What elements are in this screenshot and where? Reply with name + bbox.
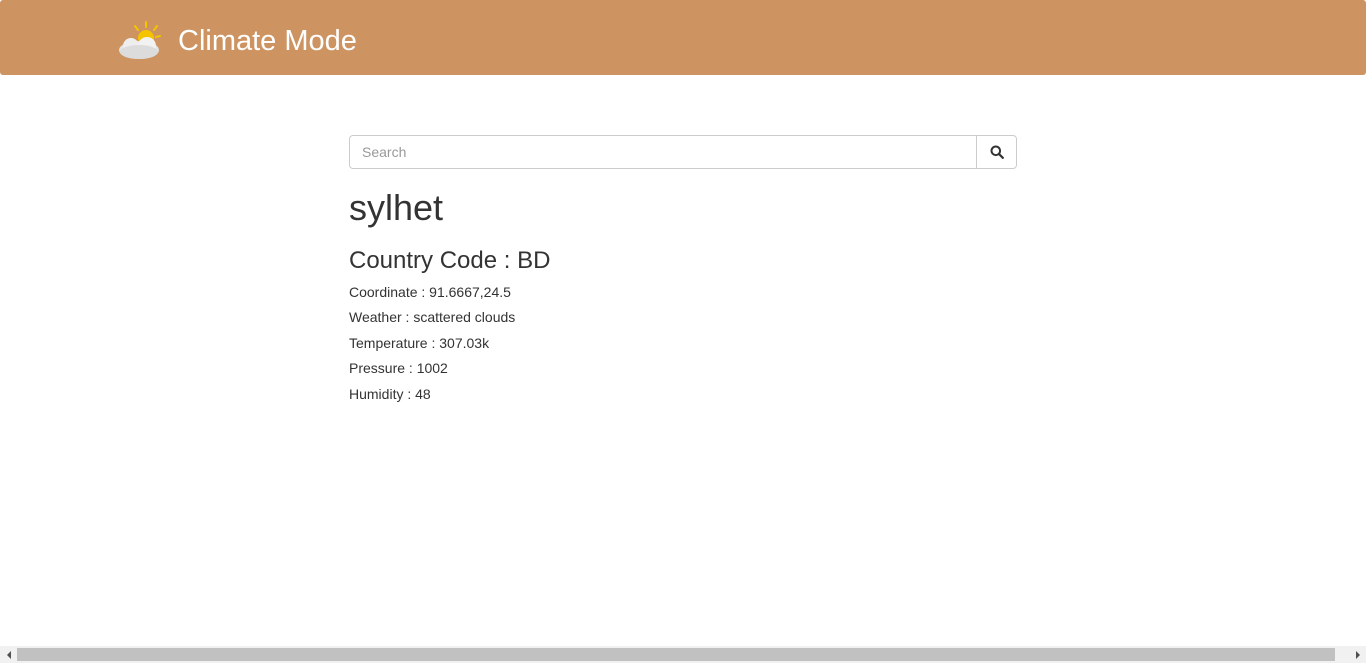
partly-cloudy-icon [119,21,161,59]
country-code: Country Code : BD [349,247,551,274]
pressure-text: Pressure : 1002 [349,360,448,376]
scroll-right-icon[interactable] [1349,646,1366,663]
search-button[interactable] [977,135,1017,169]
scroll-left-icon[interactable] [0,646,17,663]
horizontal-scrollbar[interactable] [0,646,1366,663]
scrollbar-thumb[interactable] [17,648,1335,661]
weather-text: Weather : scattered clouds [349,309,516,325]
humidity-text: Humidity : 48 [349,386,431,402]
app-title: Climate Mode [178,25,357,57]
city-name: sylhet [349,187,444,228]
search-input[interactable] [349,135,977,169]
temperature-text: Temperature : 307.03k [349,335,490,351]
header-bar: Climate Mode [0,0,1366,75]
search-bar [349,135,1017,169]
search-icon [990,145,1004,159]
coordinate-text: Coordinate : 91.6667,24.5 [349,284,511,300]
brand[interactable]: Climate Mode [116,18,357,64]
